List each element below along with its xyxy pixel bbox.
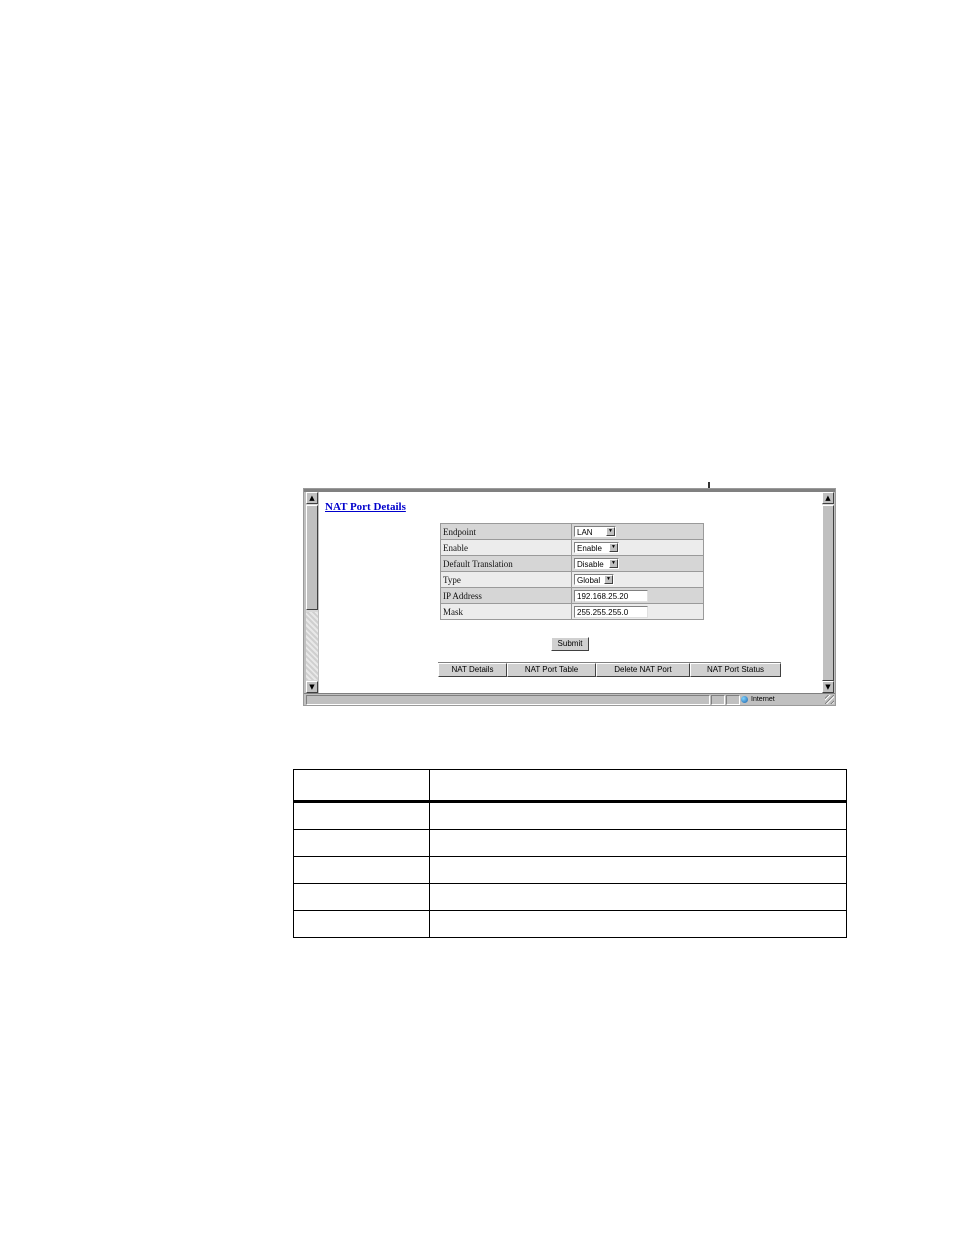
status-text-pane [306, 695, 710, 705]
table-cell [429, 883, 847, 911]
form-row-ip-address: IP Address 192.168.25.20 [440, 587, 704, 604]
dropdown-arrow-icon[interactable]: ▼ [609, 559, 618, 569]
nat-port-table-button[interactable]: NAT Port Table [507, 663, 596, 677]
scroll-down-arrow-icon[interactable]: ▼ [822, 681, 834, 693]
scroll-up-arrow-icon[interactable]: ▲ [306, 492, 318, 504]
form-row-endpoint: Endpoint LAN ▼ [440, 523, 704, 540]
dropdown-arrow-icon[interactable]: ▼ [609, 543, 618, 553]
table-cell [293, 769, 430, 803]
scroll-track[interactable] [306, 612, 318, 680]
select-value: LAN [577, 528, 593, 538]
table-row [293, 883, 847, 911]
table-row [293, 829, 847, 857]
select-value: Disable [577, 560, 604, 570]
delete-nat-port-button[interactable]: Delete NAT Port [596, 663, 690, 677]
select-value: Enable [577, 544, 602, 554]
document-table [293, 769, 847, 938]
table-cell [293, 910, 430, 938]
field-label: Endpoint [440, 523, 572, 540]
ip-address-field[interactable]: 192.168.25.20 [574, 589, 648, 602]
left-scrollbar[interactable]: ▲ ▼ [306, 492, 318, 693]
form-row-mask: Mask 255.255.255.0 [440, 603, 704, 620]
table-cell [429, 801, 847, 830]
field-label: Type [440, 571, 572, 588]
form-row-type: Type Global ▼ [440, 571, 704, 588]
type-select[interactable]: Global ▼ [574, 574, 614, 586]
nav-button-bar: NAT Details NAT Port Table Delete NAT Po… [438, 662, 781, 677]
field-label: Mask [440, 603, 572, 620]
dropdown-arrow-icon[interactable]: ▼ [604, 575, 613, 585]
table-cell [293, 883, 430, 911]
nat-details-button[interactable]: NAT Details [438, 663, 507, 677]
field-label: Default Translation [440, 555, 572, 572]
dropdown-arrow-icon[interactable]: ▼ [606, 527, 615, 537]
table-cell [293, 829, 430, 857]
enable-select[interactable]: Enable ▼ [574, 542, 619, 554]
table-cell [429, 856, 847, 884]
mask-field[interactable]: 255.255.255.0 [574, 605, 648, 618]
nat-port-status-button[interactable]: NAT Port Status [690, 663, 781, 677]
table-cell [429, 910, 847, 938]
globe-icon [741, 695, 748, 703]
scroll-thumb[interactable] [822, 505, 834, 681]
field-label: IP Address [440, 587, 572, 604]
zone-label: Internet [751, 696, 775, 703]
table-cell [293, 856, 430, 884]
status-pane [711, 695, 725, 705]
table-row [293, 801, 847, 830]
page-content: NAT Port Details Endpoint LAN ▼ Enable En… [319, 492, 824, 693]
table-row [293, 910, 847, 938]
form-row-enable: Enable Enable ▼ [440, 539, 704, 556]
status-bar: Internet [304, 693, 835, 705]
security-zone: Internet [741, 695, 821, 705]
table-cell [293, 801, 430, 830]
page-title-link[interactable]: NAT Port Details [325, 501, 406, 513]
scroll-up-arrow-icon[interactable]: ▲ [822, 492, 834, 504]
right-scrollbar[interactable]: ▲ ▼ [822, 492, 834, 693]
default-translation-select[interactable]: Disable ▼ [574, 558, 619, 570]
nat-port-form: Endpoint LAN ▼ Enable Enable ▼ Default Tra… [440, 523, 704, 620]
resize-grip-icon[interactable] [825, 695, 834, 704]
status-pane [726, 695, 740, 705]
scroll-thumb[interactable] [306, 505, 318, 610]
table-header-row [293, 769, 847, 803]
browser-window: ▲ ▼ NAT Port Details Endpoint LAN ▼ Enabl… [303, 488, 836, 706]
submit-button[interactable]: Submit [551, 637, 589, 651]
endpoint-select[interactable]: LAN ▼ [574, 526, 616, 538]
form-row-default-translation: Default Translation Disable ▼ [440, 555, 704, 572]
field-label: Enable [440, 539, 572, 556]
select-value: Global [577, 576, 601, 586]
table-row [293, 856, 847, 884]
table-cell [429, 829, 847, 857]
table-cell [429, 769, 847, 803]
scroll-down-arrow-icon[interactable]: ▼ [306, 681, 318, 693]
